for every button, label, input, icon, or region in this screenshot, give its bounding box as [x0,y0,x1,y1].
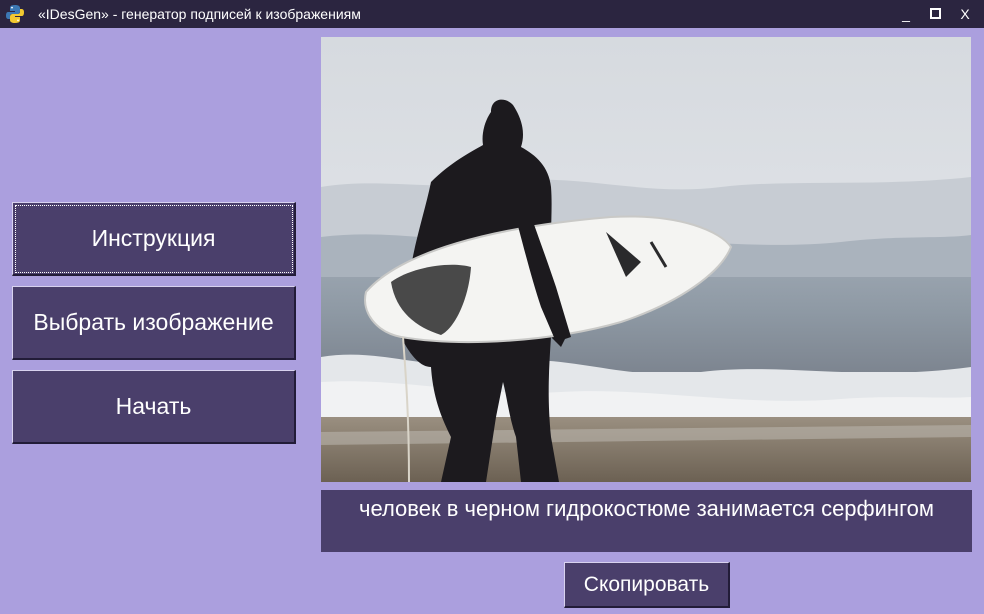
start-button[interactable]: Начать [12,370,296,444]
python-icon [6,5,24,23]
title-bar: «IDesGen» - генератор подписей к изображ… [0,0,984,28]
close-button[interactable]: X [954,4,976,24]
copy-button[interactable]: Скопировать [564,562,730,608]
instructions-button[interactable]: Инструкция [12,202,296,276]
maximize-icon [929,8,941,20]
window-title: «IDesGen» - генератор подписей к изображ… [38,6,361,22]
surfer-photo [321,37,971,482]
minimize-button[interactable]: _ [895,4,917,24]
caption-output: человек в черном гидрокостюме занимается… [321,490,972,552]
choose-image-button[interactable]: Выбрать изображение [12,286,296,360]
maximize-button[interactable] [924,4,946,24]
